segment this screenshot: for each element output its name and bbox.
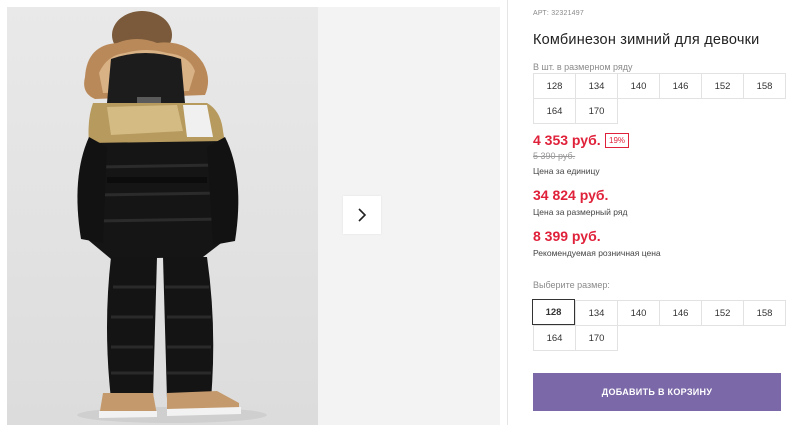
- size-option[interactable]: 134: [575, 300, 618, 326]
- product-sku: АРТ: 32321497: [533, 10, 584, 17]
- product-gallery: [0, 0, 508, 425]
- size-row-cell: 140: [617, 73, 660, 99]
- size-row-cell: 158: [743, 73, 786, 99]
- gallery-next-button[interactable]: [343, 196, 381, 234]
- size-row-cell: 152: [701, 73, 744, 99]
- product-info-panel: АРТ: 32321497 Комбинезон зимний для дево…: [532, 0, 800, 425]
- size-row-cell: 134: [575, 73, 618, 99]
- unit-price: 4 353 руб.: [533, 132, 601, 148]
- sku-value: 32321497: [551, 10, 584, 17]
- size-row-cell: 146: [659, 73, 702, 99]
- size-row-label: В шт. в размерном ряду: [533, 62, 633, 72]
- product-title: Комбинезон зимний для девочки: [533, 32, 760, 48]
- size-option[interactable]: 140: [617, 300, 660, 326]
- sku-label: АРТ:: [533, 10, 550, 17]
- size-selector: 128 134 140 146 152 158 164 170: [532, 299, 786, 351]
- size-row-grid: 128 134 140 146 152 158 164 170: [533, 73, 786, 124]
- chevron-right-icon: [358, 208, 367, 222]
- size-option[interactable]: 158: [743, 300, 786, 326]
- size-row-cell: 128: [533, 73, 576, 99]
- size-option[interactable]: 170: [575, 325, 618, 351]
- choose-size-label: Выберите размер:: [533, 280, 610, 290]
- retail-price: 8 399 руб.: [533, 228, 601, 244]
- product-photo-illustration: [77, 11, 267, 423]
- add-to-cart-button[interactable]: ДОБАВИТЬ В КОРЗИНУ: [533, 373, 781, 411]
- size-option[interactable]: 152: [701, 300, 744, 326]
- discount-badge: 19%: [605, 133, 630, 148]
- retail-price-caption: Рекомендуемая розничная цена: [533, 248, 661, 258]
- size-option[interactable]: 164: [533, 325, 576, 351]
- unit-price-caption: Цена за единицу: [533, 166, 600, 176]
- size-row-cell: 170: [575, 98, 618, 124]
- old-price: 5 390 руб.: [533, 151, 576, 161]
- row-price: 34 824 руб.: [533, 187, 609, 203]
- product-photo[interactable]: [7, 7, 318, 425]
- row-price-caption: Цена за размерный ряд: [533, 207, 628, 217]
- size-row-cell: 164: [533, 98, 576, 124]
- size-option-selected[interactable]: 128: [532, 299, 575, 325]
- size-option[interactable]: 146: [659, 300, 702, 326]
